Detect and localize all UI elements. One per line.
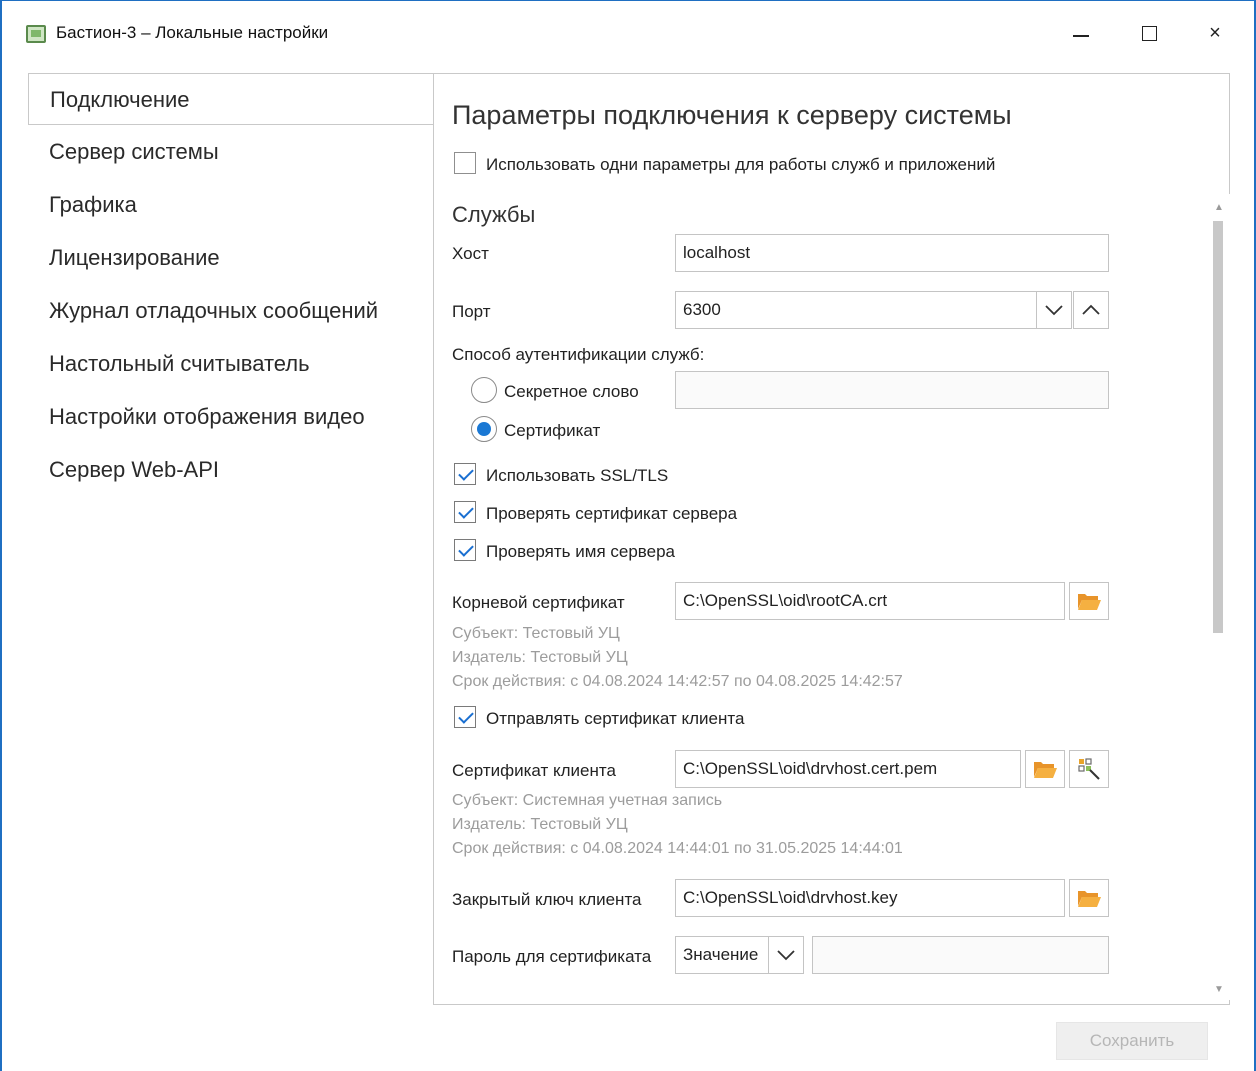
client-cert-issuer: Издатель: Тестовый УЦ <box>452 816 628 833</box>
cert-password-mode-select[interactable]: Значение <box>675 936 769 974</box>
auth-secret-label: Секретное слово <box>504 382 639 401</box>
root-cert-label: Корневой сертификат <box>452 593 625 612</box>
cert-password-input[interactable] <box>812 936 1109 974</box>
verify-name-checkbox[interactable] <box>454 539 476 561</box>
auth-cert-label: Сертификат <box>504 421 601 440</box>
sidebar-item-connection[interactable]: Подключение <box>28 73 434 125</box>
close-icon: × <box>1209 21 1221 44</box>
send-client-cert-checkbox[interactable] <box>454 706 476 728</box>
minimize-button[interactable] <box>1058 15 1104 51</box>
port-input[interactable]: 6300 <box>675 291 1037 329</box>
root-cert-subject: Субъект: Тестовый УЦ <box>452 625 620 642</box>
minimize-icon <box>1073 35 1089 37</box>
use-ssl-checkbox[interactable] <box>454 463 476 485</box>
certificate-picker-icon <box>1078 758 1100 780</box>
send-client-cert-label: Отправлять сертификат клиента <box>486 709 745 728</box>
folder-open-icon <box>1078 891 1101 907</box>
folder-open-icon <box>1078 594 1101 610</box>
private-key-browse-button[interactable] <box>1069 879 1109 917</box>
sidebar-item-video-display[interactable]: Настройки отображения видео <box>28 391 434 443</box>
folder-open-icon <box>1034 762 1057 778</box>
client-cert-browse-button[interactable] <box>1025 750 1065 788</box>
private-key-input[interactable]: C:\OpenSSL\oid\drvhost.key <box>675 879 1065 917</box>
use-ssl-label: Использовать SSL/TLS <box>486 466 669 485</box>
port-label: Порт <box>452 302 491 321</box>
save-button[interactable]: Сохранить <box>1056 1022 1208 1060</box>
cert-password-label: Пароль для сертификата <box>452 947 652 966</box>
secret-word-input[interactable] <box>675 371 1109 409</box>
root-cert-issuer: Издатель: Тестовый УЦ <box>452 649 628 666</box>
client-cert-label: Сертификат клиента <box>452 761 616 780</box>
services-section-title: Службы <box>452 202 536 227</box>
maximize-icon <box>1141 25 1157 41</box>
sidebar-item-desktop-reader[interactable]: Настольный считыватель <box>28 338 434 390</box>
title-bar: Бастион-3 – Локальные настройки × <box>2 1 1254 67</box>
private-key-label: Закрытый ключ клиента <box>452 890 642 909</box>
root-cert-browse-button[interactable] <box>1069 582 1109 620</box>
settings-window: Бастион-3 – Локальные настройки × Подклю… <box>0 0 1256 1071</box>
scroll-up-arrow-icon[interactable]: ▲ <box>1213 203 1225 213</box>
chevron-down-icon <box>1045 305 1063 316</box>
port-increment-button[interactable] <box>1073 291 1109 329</box>
maximize-button[interactable] <box>1126 15 1172 51</box>
app-monitor-icon <box>26 25 46 43</box>
chevron-down-icon <box>777 950 795 961</box>
host-input[interactable]: localhost <box>675 234 1109 272</box>
sidebar-item-debug-log[interactable]: Журнал отладочных сообщений <box>28 285 434 337</box>
close-button[interactable]: × <box>1192 15 1238 51</box>
sidebar-item-licensing[interactable]: Лицензирование <box>28 232 434 284</box>
auth-cert-radio[interactable] <box>471 416 497 442</box>
host-label: Хост <box>452 244 489 263</box>
client-cert-validity: Срок действия: с 04.08.2024 14:44:01 по … <box>452 840 903 857</box>
scroll-down-arrow-icon[interactable]: ▼ <box>1213 985 1225 995</box>
sidebar-item-web-api[interactable]: Сервер Web-API <box>28 444 434 496</box>
cert-password-mode-dropdown[interactable] <box>768 936 804 974</box>
auth-method-label: Способ аутентификации служб: <box>452 345 705 364</box>
window-title: Бастион-3 – Локальные настройки <box>56 23 329 42</box>
chevron-up-icon <box>1082 304 1100 315</box>
client-cert-select-button[interactable] <box>1069 750 1109 788</box>
page-title: Параметры подключения к серверу системы <box>452 100 1012 130</box>
port-decrement-button[interactable] <box>1036 291 1072 329</box>
auth-secret-radio[interactable] <box>471 377 497 403</box>
root-cert-validity: Срок действия: с 04.08.2024 14:42:57 по … <box>452 673 903 690</box>
sidebar-item-graphics[interactable]: Графика <box>28 179 434 231</box>
connection-settings-panel: Параметры подключения к серверу системы … <box>433 73 1230 1005</box>
client-cert-input[interactable]: C:\OpenSSL\oid\drvhost.cert.pem <box>675 750 1021 788</box>
verify-cert-label: Проверять сертификат сервера <box>486 504 738 523</box>
scrollbar-thumb[interactable] <box>1213 221 1223 633</box>
sidebar-item-system-server[interactable]: Сервер системы <box>28 126 434 178</box>
same-params-checkbox[interactable] <box>454 152 476 174</box>
client-cert-subject: Субъект: Системная учетная запись <box>452 792 723 809</box>
root-cert-input[interactable]: C:\OpenSSL\oid\rootCA.crt <box>675 582 1065 620</box>
same-params-label: Использовать одни параметры для работы с… <box>486 155 996 174</box>
verify-cert-checkbox[interactable] <box>454 501 476 523</box>
verify-name-label: Проверять имя сервера <box>486 542 675 561</box>
